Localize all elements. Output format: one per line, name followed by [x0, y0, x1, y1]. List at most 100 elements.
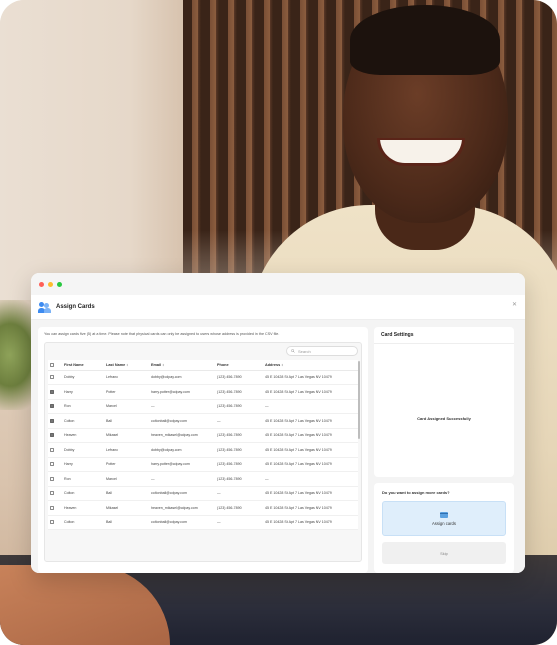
phone-cell: (123) 456-7890 — [215, 399, 263, 414]
row-checkbox[interactable] — [50, 375, 54, 380]
column-header[interactable]: Email ↕ — [149, 360, 215, 371]
assign-cards-label: Assign cards — [432, 520, 456, 526]
phone-cell: (123) 456-7890 — [215, 457, 263, 472]
sort-icon: ↕ — [126, 362, 129, 367]
row-checkbox-cell[interactable] — [48, 413, 62, 429]
first-name-cell: Colton — [62, 486, 104, 501]
settings-column: Card Settings Card Assigned Successfully… — [374, 327, 514, 573]
row-checkbox[interactable] — [50, 404, 54, 409]
column-header[interactable]: First Name — [62, 360, 104, 371]
email-cell: coltonball@cdpay.com — [149, 515, 215, 530]
row-checkbox[interactable] — [50, 505, 54, 510]
row-checkbox[interactable] — [50, 433, 54, 438]
skip-button[interactable]: Skip — [382, 542, 506, 564]
row-checkbox[interactable] — [50, 447, 54, 452]
close-icon[interactable]: ✕ — [512, 301, 517, 308]
row-checkbox-cell[interactable] — [48, 486, 62, 501]
row-checkbox-cell[interactable] — [48, 399, 62, 414]
address-cell: — — [263, 471, 358, 487]
last-name-cell: Marcel — [104, 399, 149, 414]
last-name-cell: Ball — [104, 486, 149, 501]
row-checkbox-cell[interactable] — [48, 515, 62, 530]
close-window-dot[interactable] — [39, 281, 44, 287]
row-checkbox[interactable] — [50, 462, 54, 467]
row-checkbox-cell[interactable] — [48, 500, 62, 516]
select-all-header[interactable] — [48, 360, 62, 371]
phone-cell: — — [215, 515, 263, 530]
first-name-cell: Dobby — [62, 442, 104, 458]
table-row[interactable]: Harry Potter harry.potter@cdpay.com (123) 4… — [48, 457, 358, 472]
phone-cell: (123) 456-7890 — [215, 442, 263, 458]
row-checkbox-cell[interactable] — [48, 384, 62, 400]
address-cell: 45 E 10428 St Apt 7 Las Vegas NV 10479 — [263, 486, 358, 501]
first-name-cell: Dobby — [62, 370, 104, 385]
table-row[interactable]: Dobby Lefranc dobby@cdpay.com (123) 456-789… — [48, 442, 358, 458]
search-input[interactable]: Search — [286, 346, 358, 356]
users-table-container: Search First Name Last Name ↕ Email ↕ Ph… — [44, 342, 362, 562]
last-name-cell: Ball — [104, 413, 149, 429]
row-checkbox-cell[interactable] — [48, 471, 62, 487]
first-name-cell: Harry — [62, 457, 104, 472]
phone-cell: (123) 456-7890 — [215, 471, 263, 487]
address-cell: — — [263, 399, 358, 414]
minimize-window-dot[interactable] — [48, 281, 53, 287]
email-cell: heaven_mikasel@cdpay.com — [149, 500, 215, 516]
row-checkbox[interactable] — [50, 476, 54, 481]
last-name-cell: Lefranc — [104, 442, 149, 458]
address-cell: 45 E 10428 St Apt 7 Las Vegas NV 10479 — [263, 413, 358, 429]
column-header[interactable]: Last Name ↕ — [104, 360, 149, 371]
email-cell: heaven_mikasel@cdpay.com — [149, 428, 215, 443]
row-checkbox[interactable] — [50, 389, 54, 394]
email-cell: harry.potter@cdpay.com — [149, 457, 215, 472]
first-name-cell: Colton — [62, 413, 104, 429]
address-cell: 45 E 10428 St Apt 7 Las Vegas NV 10479 — [263, 515, 358, 530]
assign-more-panel: Do you want to assign more cards? Assign… — [374, 483, 514, 573]
row-checkbox-cell[interactable] — [48, 428, 62, 443]
phone-cell: (123) 456-7890 — [215, 500, 263, 516]
row-checkbox-cell[interactable] — [48, 442, 62, 458]
phone-cell: — — [215, 413, 263, 429]
select-all-checkbox[interactable] — [50, 362, 54, 367]
phone-cell: (123) 456-7890 — [215, 384, 263, 400]
row-checkbox-cell[interactable] — [48, 370, 62, 385]
row-checkbox[interactable] — [50, 520, 54, 525]
row-checkbox[interactable] — [50, 491, 54, 496]
first-name-cell: Heaven — [62, 500, 104, 516]
table-scrollbar[interactable] — [358, 361, 360, 439]
user-selection-panel: You can assign cards five (5) at a time.… — [38, 327, 368, 573]
address-cell: 45 E 10428 St Apt 7 Las Vegas NV 10479 — [263, 442, 358, 458]
email-cell: dobby@cdpay.com — [149, 442, 215, 458]
table-row[interactable]: Colton Ball coltonball@cdpay.com —45 E 1042… — [48, 515, 358, 530]
address-cell: 45 E 10428 St Apt 7 Las Vegas NV 10479 — [263, 428, 358, 443]
column-header[interactable]: Address ↕ — [263, 360, 358, 371]
last-name-cell: Marcel — [104, 471, 149, 487]
search-placeholder: Search — [298, 348, 311, 354]
row-checkbox-cell[interactable] — [48, 457, 62, 472]
table-row[interactable]: Heaven Mikasel heaven_mikasel@cdpay.com (12… — [48, 428, 358, 443]
email-cell: dobby@cdpay.com — [149, 370, 215, 385]
first-name-cell: Heaven — [62, 428, 104, 443]
info-text: You can assign cards five (5) at a time.… — [44, 332, 280, 336]
phone-cell: — — [215, 486, 263, 501]
email-cell: coltonball@cdpay.com — [149, 413, 215, 429]
table-row[interactable]: Ron Marcel — (123) 456-7890— — [48, 471, 358, 487]
last-name-cell: Ball — [104, 515, 149, 530]
maximize-window-dot[interactable] — [57, 281, 62, 287]
last-name-cell: Potter — [104, 384, 149, 400]
email-cell: — — [149, 471, 215, 487]
table-row[interactable]: Colton Ball coltonball@cdpay.com —45 E 1042… — [48, 486, 358, 501]
table-row[interactable]: Dobby Lefranc dobby@cdpay.com (123) 456-789… — [48, 370, 358, 385]
app-window: Assign Cards ✕ You can assign cards five… — [31, 273, 525, 573]
table-row[interactable]: Heaven Mikasel heaven_mikasel@cdpay.com (12… — [48, 500, 358, 516]
assign-cards-button[interactable]: Assign cards — [382, 501, 506, 536]
table-row[interactable]: Ron Marcel — (123) 456-7890— — [48, 399, 358, 414]
modal-title: Assign Cards — [56, 304, 95, 310]
table-row[interactable]: Colton Ball coltonball@cdpay.com —45 E 1042… — [48, 413, 358, 429]
table-row[interactable]: Harry Potter harry.potter@cdpay.com (123) 4… — [48, 384, 358, 400]
person-hair — [350, 5, 500, 75]
window-titlebar — [31, 273, 525, 295]
email-cell: harry.potter@cdpay.com — [149, 384, 215, 400]
column-header[interactable]: Phone — [215, 360, 263, 371]
row-checkbox[interactable] — [50, 418, 54, 423]
card-icon — [440, 511, 448, 518]
